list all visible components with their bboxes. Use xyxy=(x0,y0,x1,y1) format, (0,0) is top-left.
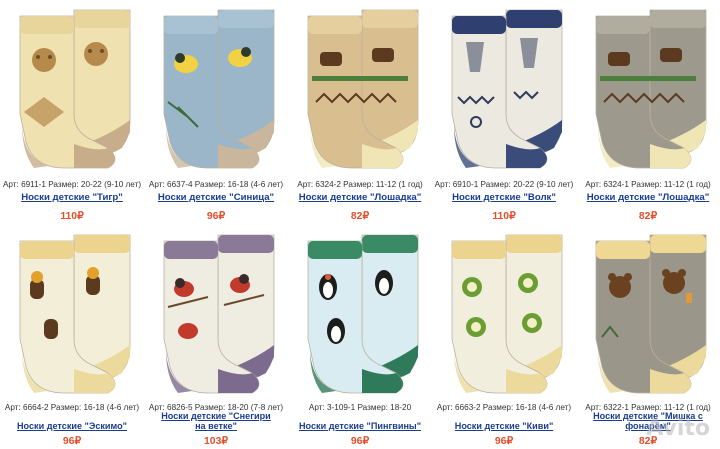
product-title-link[interactable]: Носки детские "Снегири на ветке" xyxy=(158,411,274,431)
product-image[interactable] xyxy=(436,227,572,399)
product-card[interactable]: Арт: 6324-2 Размер: 11-12 (1 год) Носки … xyxy=(288,0,432,224)
sock-pair-illustration xyxy=(163,9,275,169)
product-image[interactable] xyxy=(148,227,284,399)
sock-pair-illustration xyxy=(19,234,131,394)
product-title-link[interactable]: Носки детские "Киви" xyxy=(432,421,576,431)
product-image[interactable] xyxy=(580,2,716,174)
product-card[interactable]: Арт: 6324-1 Размер: 11-12 (1 год) Носки … xyxy=(576,0,720,224)
product-price: 82₽ xyxy=(638,211,658,222)
product-card[interactable]: Арт: 6664-2 Размер: 16-18 (4-6 лет) Носк… xyxy=(0,225,144,449)
product-title-link[interactable]: Носки детские "Эскимо" xyxy=(0,421,144,431)
sock-pair-illustration xyxy=(451,9,563,169)
product-title-link[interactable]: Носки детские "Синица" xyxy=(144,193,288,203)
product-card[interactable]: Арт: 6826-5 Размер: 18-20 (7-8 лет) Носк… xyxy=(144,225,288,449)
product-card[interactable]: Арт: 3-109-1 Размер: 18-20 Носки детские… xyxy=(288,225,432,449)
sock-pair-illustration xyxy=(595,9,707,169)
product-title-link[interactable]: Носки детские "Лошадка" xyxy=(576,193,720,203)
product-meta: Арт: 6910-1 Размер: 20-22 (9-10 лет) xyxy=(434,180,574,189)
product-meta: Арт: 6637-4 Размер: 16-18 (4-6 лет) xyxy=(148,180,284,189)
watermark-logo: Avito xyxy=(646,416,710,441)
product-image[interactable] xyxy=(4,2,140,174)
sock-pair-illustration xyxy=(19,9,131,169)
sock-pair-illustration xyxy=(307,9,419,169)
product-price: 103₽ xyxy=(204,436,228,447)
product-title-link[interactable]: Носки детские "Пингвины" xyxy=(288,421,432,431)
product-title-link[interactable]: Носки детские "Лошадка" xyxy=(288,193,432,203)
product-meta: Арт: 6324-1 Размер: 11-12 (1 год) xyxy=(585,180,711,189)
product-price: 96₽ xyxy=(62,436,82,447)
sock-pair-illustration xyxy=(307,234,419,394)
product-card[interactable]: Арт: 6911-1 Размер: 20-22 (9-10 лет) Нос… xyxy=(0,0,144,224)
product-image[interactable] xyxy=(148,2,284,174)
product-title-link[interactable]: Носки детские "Волк" xyxy=(432,193,576,203)
product-image[interactable] xyxy=(436,2,572,174)
product-meta: Арт: 6663-2 Размер: 16-18 (4-6 лет) xyxy=(436,403,572,412)
product-image[interactable] xyxy=(292,227,428,399)
product-meta: Арт: 6664-2 Размер: 16-18 (4-6 лет) xyxy=(4,403,140,412)
product-meta: Арт: 6911-1 Размер: 20-22 (9-10 лет) xyxy=(2,180,142,189)
product-meta: Арт: 6324-2 Размер: 11-12 (1 год) xyxy=(297,180,423,189)
product-title-link[interactable]: Носки детские "Тигр" xyxy=(0,193,144,203)
product-image[interactable] xyxy=(580,227,716,399)
product-price: 96₽ xyxy=(350,436,370,447)
product-price: 96₽ xyxy=(494,436,514,447)
product-price: 96₽ xyxy=(206,211,226,222)
product-price: 82₽ xyxy=(350,211,370,222)
sock-pair-illustration xyxy=(451,234,563,394)
product-card[interactable]: Арт: 6663-2 Размер: 16-18 (4-6 лет) Носк… xyxy=(432,225,576,449)
product-price: 110₽ xyxy=(60,211,84,222)
product-image[interactable] xyxy=(4,227,140,399)
product-image[interactable] xyxy=(292,2,428,174)
product-card[interactable]: Арт: 6910-1 Размер: 20-22 (9-10 лет) Нос… xyxy=(432,0,576,224)
product-card[interactable]: Арт: 6637-4 Размер: 16-18 (4-6 лет) Носк… xyxy=(144,0,288,224)
product-meta: Арт: 3-109-1 Размер: 18-20 xyxy=(308,403,412,412)
product-price: 110₽ xyxy=(492,211,516,222)
sock-pair-illustration xyxy=(163,234,275,394)
sock-pair-illustration xyxy=(595,234,707,394)
